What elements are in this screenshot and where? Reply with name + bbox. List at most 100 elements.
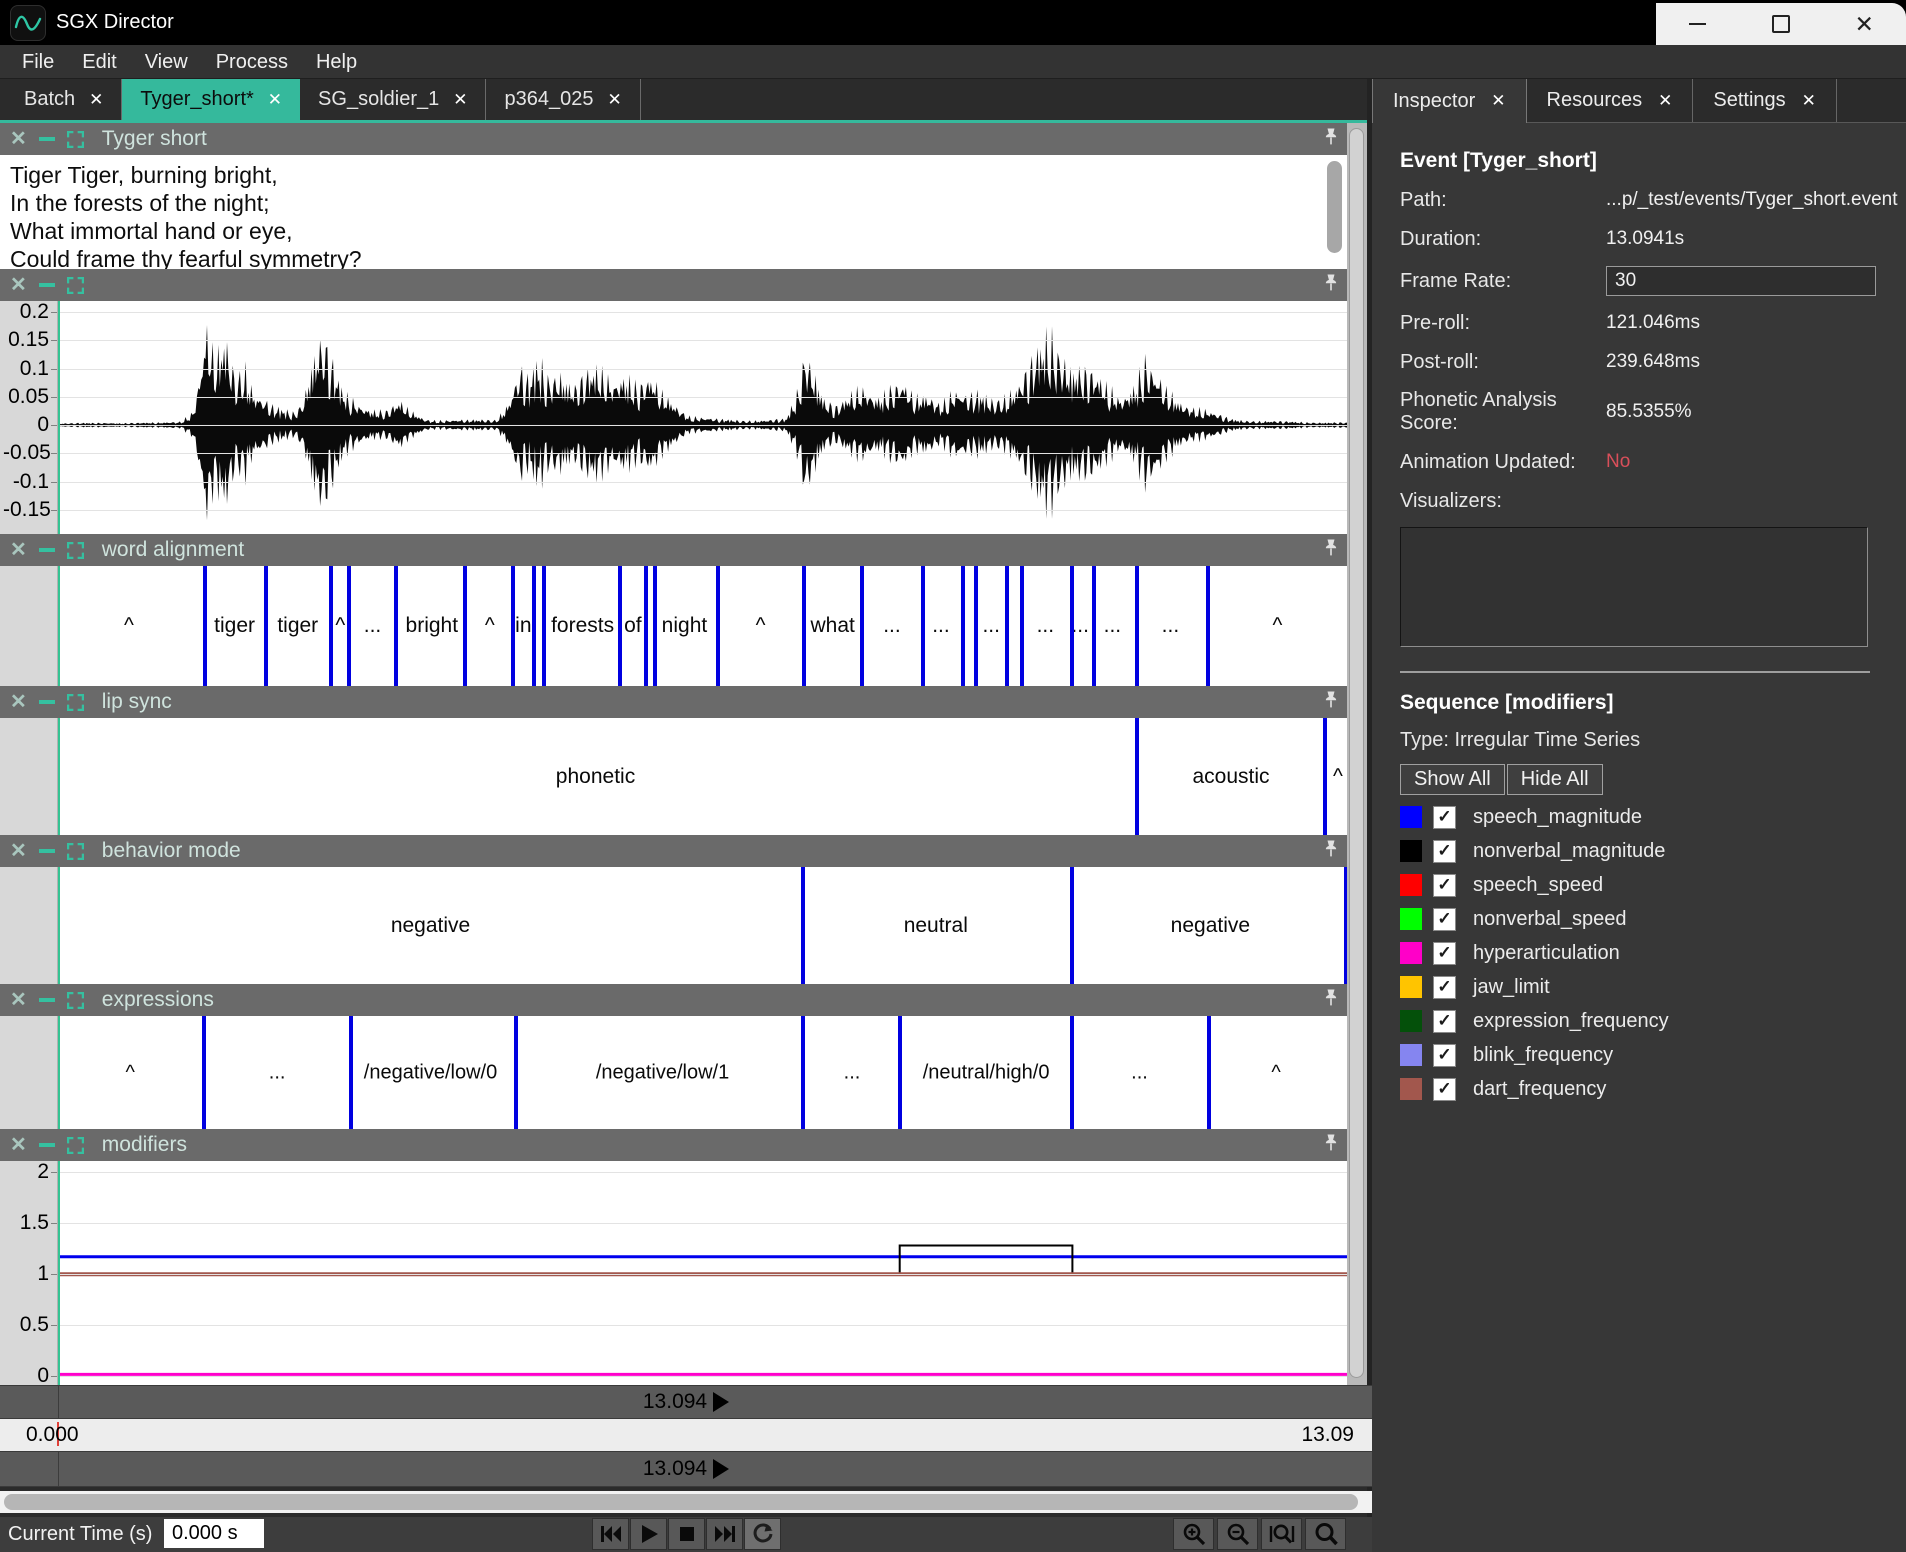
panel-fullscreen-icon[interactable] — [67, 694, 84, 711]
tab-close-icon[interactable]: ✕ — [607, 90, 621, 110]
menu-item-process[interactable]: Process — [202, 45, 302, 79]
panel-minimize-icon[interactable] — [39, 700, 55, 704]
panel-minimize-icon[interactable] — [39, 548, 55, 552]
segment-marker[interactable] — [974, 566, 978, 686]
panel-close-icon[interactable]: ✕ — [10, 129, 27, 149]
tab-close-icon[interactable]: ✕ — [1802, 91, 1816, 111]
playhead-line[interactable] — [58, 1016, 60, 1129]
segment-marker[interactable] — [1020, 566, 1024, 686]
menu-item-help[interactable]: Help — [302, 45, 371, 79]
segment-marker[interactable] — [202, 1016, 206, 1129]
segment-marker[interactable] — [801, 867, 805, 984]
playhead-line[interactable] — [58, 301, 60, 534]
panel-close-icon[interactable]: ✕ — [10, 1135, 27, 1155]
panel-minimize-icon[interactable] — [39, 137, 55, 141]
segment-marker[interactable] — [1135, 566, 1139, 686]
segment-marker[interactable] — [801, 1016, 805, 1129]
segment-marker[interactable] — [1070, 867, 1074, 984]
pin-icon[interactable] — [1323, 128, 1339, 147]
panel-fullscreen-icon[interactable] — [67, 843, 84, 860]
series-checkbox[interactable]: ✓ — [1433, 976, 1456, 999]
stop-button[interactable] — [668, 1518, 705, 1550]
panel-minimize-icon[interactable] — [39, 849, 55, 853]
series-checkbox[interactable]: ✓ — [1433, 1044, 1456, 1067]
hide-all-button[interactable]: Hide All — [1507, 764, 1603, 795]
menu-item-file[interactable]: File — [8, 45, 68, 79]
slider-bottom-handle-icon[interactable] — [713, 1459, 729, 1479]
segment-marker[interactable] — [532, 566, 536, 686]
panel-fullscreen-icon[interactable] — [67, 542, 84, 559]
segment-marker[interactable] — [463, 566, 467, 686]
series-checkbox[interactable]: ✓ — [1433, 874, 1456, 897]
panel-fullscreen-icon[interactable] — [67, 992, 84, 1009]
segment-marker[interactable] — [1092, 566, 1096, 686]
tab-p364_025[interactable]: p364_025✕ — [486, 79, 640, 120]
segment-marker[interactable] — [1207, 1016, 1211, 1129]
vertical-scrollbar[interactable] — [1347, 123, 1367, 1385]
tab-close-icon[interactable]: ✕ — [453, 90, 467, 110]
loop-button[interactable] — [744, 1518, 781, 1550]
visualizers-box[interactable] — [1400, 527, 1868, 647]
horizontal-scrollbar[interactable] — [0, 1491, 1372, 1513]
tab-close-icon[interactable]: ✕ — [1658, 91, 1672, 111]
panel-minimize-icon[interactable] — [39, 1143, 55, 1147]
segment-marker[interactable] — [1206, 566, 1210, 686]
playhead-line[interactable] — [58, 718, 60, 835]
timeline-slider-bottom[interactable]: 13.094 — [0, 1451, 1372, 1487]
pin-icon[interactable] — [1323, 691, 1339, 710]
segment-marker[interactable] — [653, 566, 657, 686]
segment-marker[interactable] — [203, 566, 207, 686]
tab-tyger_short-[interactable]: Tyger_short*✕ — [122, 79, 300, 120]
tab-batch[interactable]: Batch✕ — [6, 79, 122, 120]
panel-minimize-icon[interactable] — [39, 998, 55, 1002]
horizontal-scrollbar-thumb[interactable] — [4, 1494, 1358, 1510]
segment-marker[interactable] — [898, 1016, 902, 1129]
timeline-range-row[interactable]: 0.000 13.09 — [0, 1419, 1372, 1451]
slider-top-handle-icon[interactable] — [713, 1392, 729, 1412]
segment-marker[interactable] — [921, 566, 925, 686]
tab-close-icon[interactable]: ✕ — [268, 90, 282, 110]
sidebar-tab-settings[interactable]: Settings✕ — [1693, 79, 1837, 122]
tab-sg_soldier_1[interactable]: SG_soldier_1✕ — [300, 79, 486, 120]
segment-marker[interactable] — [1070, 1016, 1074, 1129]
skip-to-start-button[interactable] — [592, 1518, 629, 1550]
segment-marker[interactable] — [802, 566, 806, 686]
pin-icon[interactable] — [1323, 840, 1339, 859]
segment-marker[interactable] — [1344, 867, 1347, 984]
zoom-in-button[interactable] — [1173, 1518, 1214, 1550]
segment-marker[interactable] — [1070, 566, 1074, 686]
segment-marker[interactable] — [716, 566, 720, 686]
skip-to-end-button[interactable] — [706, 1518, 743, 1550]
panel-fullscreen-icon[interactable] — [67, 277, 84, 294]
series-checkbox[interactable]: ✓ — [1433, 806, 1456, 829]
tab-close-icon[interactable]: ✕ — [1491, 91, 1505, 111]
playhead-line[interactable] — [58, 867, 60, 984]
segment-marker[interactable] — [511, 566, 515, 686]
series-checkbox[interactable]: ✓ — [1433, 1010, 1456, 1033]
pin-icon[interactable] — [1323, 274, 1339, 293]
panel-close-icon[interactable]: ✕ — [10, 692, 27, 712]
segment-marker[interactable] — [644, 566, 648, 686]
tab-close-icon[interactable]: ✕ — [89, 90, 103, 110]
frame-rate-input[interactable] — [1606, 266, 1876, 296]
segment-marker[interactable] — [1323, 718, 1327, 835]
panel-fullscreen-icon[interactable] — [67, 1137, 84, 1154]
segment-marker[interactable] — [618, 566, 622, 686]
panel-close-icon[interactable]: ✕ — [10, 990, 27, 1010]
timeline-slider-top[interactable]: 13.094 — [0, 1385, 1372, 1419]
segment-marker[interactable] — [264, 566, 268, 686]
panel-close-icon[interactable]: ✕ — [10, 540, 27, 560]
menu-item-edit[interactable]: Edit — [68, 45, 130, 79]
pin-icon[interactable] — [1323, 989, 1339, 1008]
series-checkbox[interactable]: ✓ — [1433, 840, 1456, 863]
playhead-line[interactable] — [58, 1161, 60, 1385]
minimize-button[interactable] — [1674, 6, 1722, 42]
pin-icon[interactable] — [1323, 539, 1339, 558]
zoom-out-button[interactable] — [1217, 1518, 1258, 1550]
current-time-field[interactable]: 0.000 s — [164, 1519, 264, 1548]
segment-marker[interactable] — [329, 566, 333, 686]
segment-marker[interactable] — [1005, 566, 1009, 686]
segment-marker[interactable] — [1135, 718, 1139, 835]
pin-icon[interactable] — [1323, 1134, 1339, 1153]
close-button[interactable]: ✕ — [1840, 6, 1888, 42]
